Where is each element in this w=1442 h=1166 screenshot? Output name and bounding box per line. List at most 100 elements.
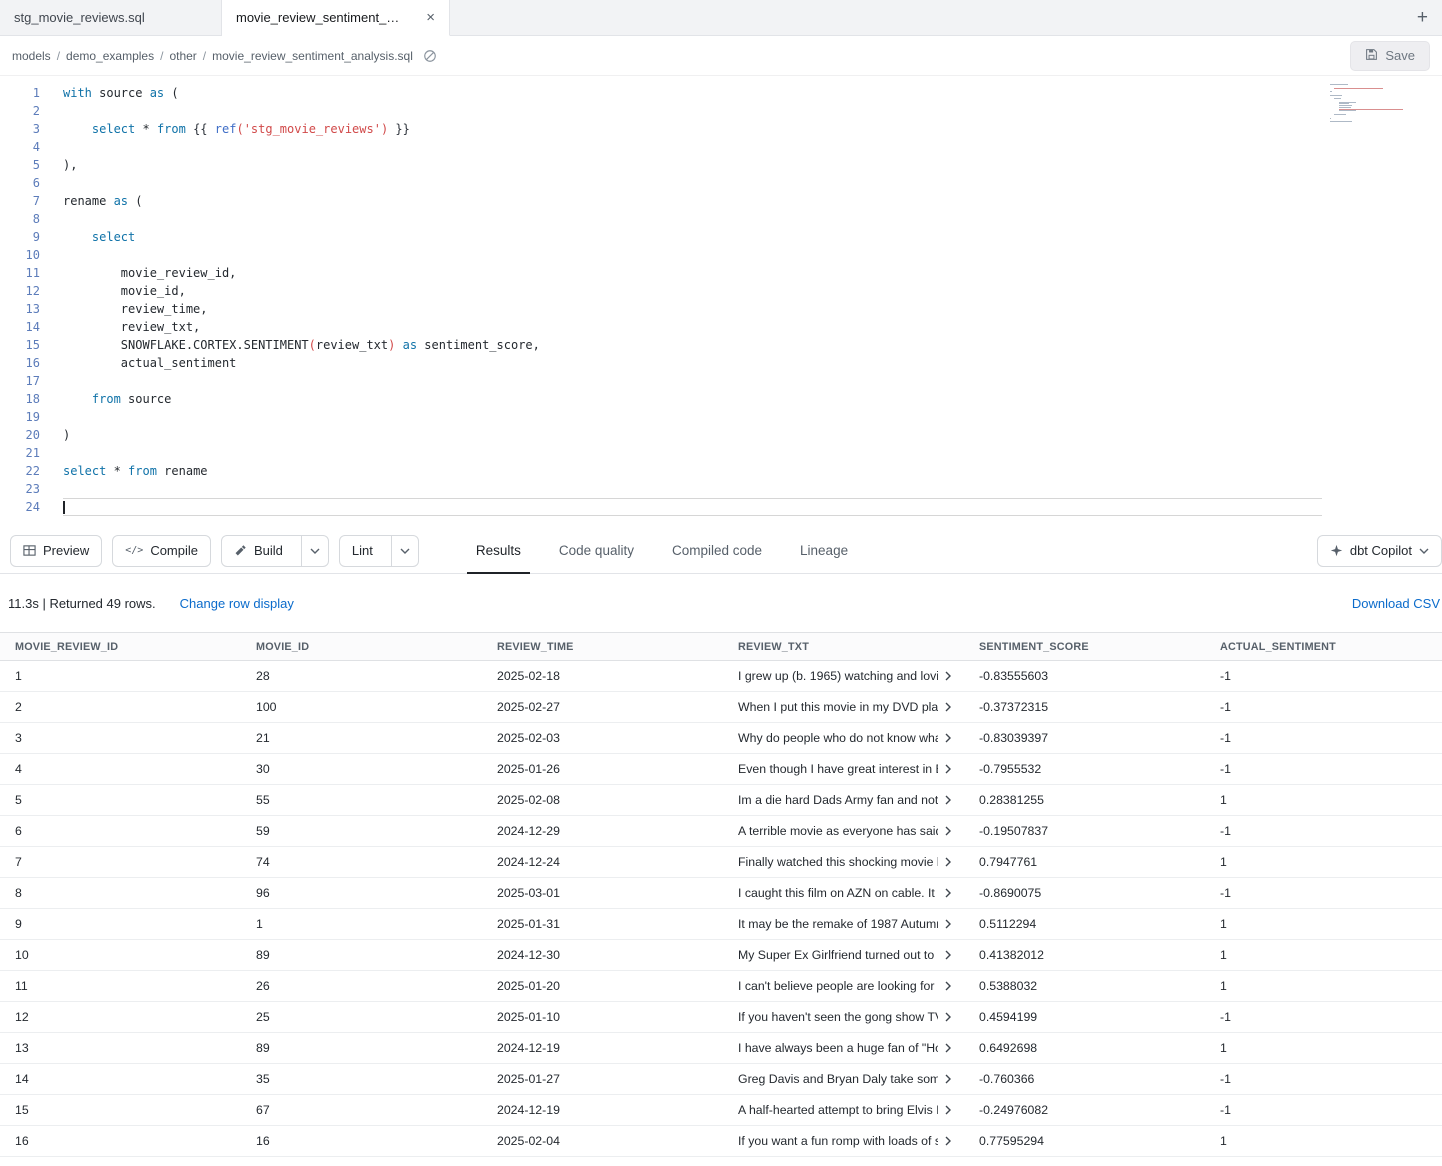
cell: 35 <box>241 1064 482 1094</box>
tab-label: stg_movie_reviews.sql <box>14 10 207 25</box>
editor-tab[interactable]: movie_review_sentiment_…× <box>222 0 450 36</box>
code-line[interactable]: 6 <box>0 174 1442 192</box>
expand-cell-icon[interactable] <box>944 671 952 681</box>
change-row-display-link[interactable]: Change row display <box>180 596 294 611</box>
code-line[interactable]: 19 <box>0 408 1442 426</box>
download-csv-link[interactable]: Download CSV <box>1352 596 1440 611</box>
line-content: actual_sentiment <box>63 354 236 372</box>
code-line[interactable]: 23 <box>0 480 1442 498</box>
expand-cell-icon[interactable] <box>944 764 952 774</box>
cell-text: Even though I have great interest in Bi… <box>738 762 938 776</box>
minimap[interactable] <box>1330 84 1400 126</box>
expand-cell-icon[interactable] <box>944 857 952 867</box>
code-line[interactable]: 14 review_txt, <box>0 318 1442 336</box>
code-line[interactable]: 1with source as ( <box>0 84 1442 102</box>
breadcrumb-item[interactable]: other <box>169 49 196 63</box>
result-tabs: ResultsCode qualityCompiled codeLineage <box>457 528 867 574</box>
cell: -0.19507837 <box>964 816 1205 846</box>
expand-cell-icon[interactable] <box>944 1136 952 1146</box>
code-line[interactable]: 17 <box>0 372 1442 390</box>
cell-text: 35 <box>256 1072 270 1086</box>
build-button[interactable]: Build <box>221 535 329 567</box>
code-line[interactable]: 5), <box>0 156 1442 174</box>
expand-cell-icon[interactable] <box>944 826 952 836</box>
expand-cell-icon[interactable] <box>944 795 952 805</box>
cell-text: -0.37372315 <box>979 700 1048 714</box>
cell-text: -1 <box>1220 886 1231 900</box>
code-line[interactable]: 12 movie_id, <box>0 282 1442 300</box>
cell-text: 0.5112294 <box>979 917 1036 931</box>
lint-dropdown-chevron-icon[interactable] <box>391 536 418 566</box>
code-line[interactable]: 20) <box>0 426 1442 444</box>
code-line[interactable]: 18 from source <box>0 390 1442 408</box>
save-button[interactable]: Save <box>1350 41 1430 71</box>
code-line[interactable]: 7rename as ( <box>0 192 1442 210</box>
build-label: Build <box>254 543 283 558</box>
code-line[interactable]: 13 review_time, <box>0 300 1442 318</box>
cell: 7 <box>0 847 241 877</box>
cell: 0.41382012 <box>964 940 1205 970</box>
tab-code-quality[interactable]: Code quality <box>540 528 653 574</box>
line-content: ) <box>63 426 70 444</box>
expand-cell-icon[interactable] <box>944 888 952 898</box>
build-dropdown-chevron-icon[interactable] <box>301 536 328 566</box>
code-line[interactable]: 8 <box>0 210 1442 228</box>
expand-cell-icon[interactable] <box>944 1074 952 1084</box>
close-tab-icon[interactable]: × <box>426 10 435 25</box>
cell-text: 26 <box>256 979 270 993</box>
code-line[interactable]: 22select * from rename <box>0 462 1442 480</box>
new-tab-button[interactable]: + <box>1417 8 1428 27</box>
cell-text: 2025-03-01 <box>497 886 560 900</box>
line-content: review_time, <box>63 300 208 318</box>
line-content: from source <box>63 390 171 408</box>
table-row: 7742024-12-24Finally watched this shocki… <box>0 847 1442 878</box>
code-line[interactable]: 4 <box>0 138 1442 156</box>
expand-cell-icon[interactable] <box>944 919 952 929</box>
code-line[interactable]: 11 movie_review_id, <box>0 264 1442 282</box>
line-number: 4 <box>0 138 40 156</box>
dbt-copilot-button[interactable]: dbt Copilot <box>1317 535 1442 567</box>
code-line[interactable]: 3 select * from {{ ref('stg_movie_review… <box>0 120 1442 138</box>
breadcrumb-item[interactable]: models <box>12 49 51 63</box>
code-line[interactable]: 10 <box>0 246 1442 264</box>
cell-text: 1 <box>1220 948 1227 962</box>
tab-lineage[interactable]: Lineage <box>781 528 867 574</box>
code-line[interactable]: 2 <box>0 102 1442 120</box>
code-line[interactable]: 16 actual_sentiment <box>0 354 1442 372</box>
cell: 2024-12-24 <box>482 847 723 877</box>
lint-button[interactable]: Lint <box>339 535 419 567</box>
compile-button[interactable]: </> Compile <box>112 535 211 567</box>
expand-cell-icon[interactable] <box>944 1012 952 1022</box>
tab-compiled-code[interactable]: Compiled code <box>653 528 781 574</box>
tab-results[interactable]: Results <box>457 528 540 574</box>
column-header: SENTIMENT_SCORE <box>964 641 1205 653</box>
cell: 0.77595294 <box>964 1126 1205 1156</box>
preview-button[interactable]: Preview <box>10 535 102 567</box>
line-number: 5 <box>0 156 40 174</box>
code-line[interactable]: 15 SNOWFLAKE.CORTEX.SENTIMENT(review_txt… <box>0 336 1442 354</box>
code-editor[interactable]: 1with source as (23 select * from {{ ref… <box>0 84 1442 516</box>
expand-cell-icon[interactable] <box>944 950 952 960</box>
breadcrumb-item[interactable]: demo_examples <box>66 49 154 63</box>
results-statusbar: 11.3s | Returned 49 rows. Change row dis… <box>0 574 1442 632</box>
expand-cell-icon[interactable] <box>944 1043 952 1053</box>
code-line[interactable]: 24 <box>0 498 1442 516</box>
lint-main[interactable]: Lint <box>340 536 384 566</box>
cell-text: -1 <box>1220 824 1231 838</box>
expand-cell-icon[interactable] <box>944 702 952 712</box>
cell: -0.83039397 <box>964 723 1205 753</box>
editor-pane[interactable]: 1with source as (23 select * from {{ ref… <box>0 76 1442 528</box>
query-summary: 11.3s | Returned 49 rows. <box>8 596 156 611</box>
cell: 74 <box>241 847 482 877</box>
copilot-chevron-down-icon <box>1419 548 1429 554</box>
breadcrumb-item[interactable]: movie_review_sentiment_analysis.sql <box>212 49 413 63</box>
expand-cell-icon[interactable] <box>944 1105 952 1115</box>
expand-cell-icon[interactable] <box>944 733 952 743</box>
cell-text: -0.19507837 <box>979 824 1048 838</box>
cell-text: Im a die hard Dads Army fan and nothi… <box>738 793 938 807</box>
build-main[interactable]: Build <box>222 536 294 566</box>
editor-tab[interactable]: stg_movie_reviews.sql <box>0 0 222 36</box>
code-line[interactable]: 9 select <box>0 228 1442 246</box>
expand-cell-icon[interactable] <box>944 981 952 991</box>
code-line[interactable]: 21 <box>0 444 1442 462</box>
